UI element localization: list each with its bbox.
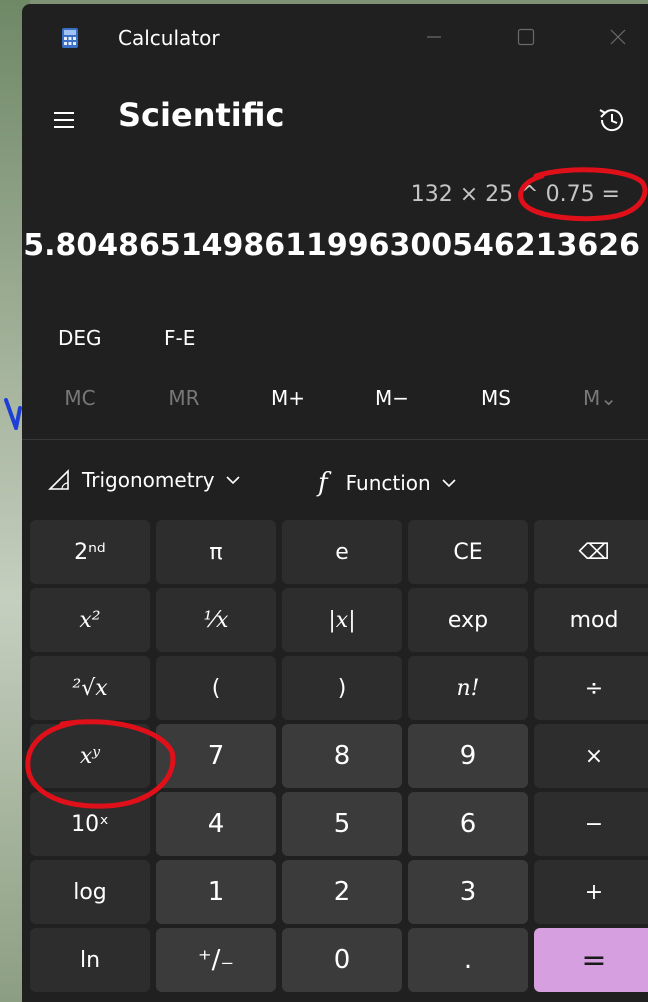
memory-add-button[interactable]: M+ xyxy=(248,386,328,410)
angle-mode-button[interactable]: DEG xyxy=(58,326,102,350)
fe-toggle-button[interactable]: F-E xyxy=(164,326,195,350)
key-label: ⁺∕₋ xyxy=(197,945,235,975)
equals-button[interactable]: = xyxy=(534,928,648,992)
digit-0-button[interactable]: 0 xyxy=(282,928,402,992)
key-label: ⅟x xyxy=(203,607,229,633)
key-label: exp xyxy=(447,607,489,633)
key-label: 0 xyxy=(333,945,351,975)
key-label: 5 xyxy=(333,809,351,839)
history-icon[interactable] xyxy=(596,104,628,136)
key-label: |x| xyxy=(328,607,356,633)
key-label: ln xyxy=(79,947,101,973)
key-label: 1 xyxy=(207,877,225,907)
annotation-circle-xy xyxy=(25,719,176,809)
memory-subtract-button[interactable]: M− xyxy=(352,386,432,410)
memory-clear-button[interactable]: MC xyxy=(40,386,120,410)
log-button[interactable]: log xyxy=(30,860,150,924)
annotation-circle-exponent xyxy=(518,167,648,222)
key-label: . xyxy=(463,945,473,975)
chevron-down-icon xyxy=(226,476,240,485)
digit-1-button[interactable]: 1 xyxy=(156,860,276,924)
e-button[interactable]: e xyxy=(282,520,402,584)
function-icon: f xyxy=(318,468,328,498)
key-label: 9 xyxy=(459,741,477,771)
exp-button[interactable]: exp xyxy=(408,588,528,652)
subtract-button[interactable]: − xyxy=(534,792,648,856)
key-label: 10ˣ xyxy=(71,811,109,837)
key-label: mod xyxy=(569,607,619,633)
negate-button[interactable]: ⁺∕₋ xyxy=(156,928,276,992)
square-root-button[interactable]: ²√x xyxy=(30,656,150,720)
key-label: 3 xyxy=(459,877,477,907)
key-label: 8 xyxy=(333,741,351,771)
function-label: Function xyxy=(345,471,431,495)
clear-entry-button[interactable]: CE xyxy=(408,520,528,584)
memory-list-button[interactable]: M⌄ xyxy=(560,386,640,410)
factorial-button[interactable]: n! xyxy=(408,656,528,720)
maximize-button[interactable] xyxy=(506,22,546,52)
close-icon xyxy=(610,29,626,45)
memory-recall-button[interactable]: MR xyxy=(144,386,224,410)
key-label: ( xyxy=(211,675,221,701)
digit-3-button[interactable]: 3 xyxy=(408,860,528,924)
divide-button[interactable]: ÷ xyxy=(534,656,648,720)
key-label: − xyxy=(584,811,604,837)
ln-button[interactable]: ln xyxy=(30,928,150,992)
digit-8-button[interactable]: 8 xyxy=(282,724,402,788)
second-button[interactable]: 2ⁿᵈ xyxy=(30,520,150,584)
triangle-icon xyxy=(48,469,69,490)
function-dropdown[interactable]: f Function xyxy=(318,468,457,498)
key-label: × xyxy=(584,743,604,769)
key-label: ²√x xyxy=(72,675,108,701)
key-label: n! xyxy=(456,675,480,701)
trigonometry-dropdown[interactable]: Trigonometry xyxy=(48,468,241,492)
key-label: π xyxy=(209,539,223,565)
open-paren-button[interactable]: ( xyxy=(156,656,276,720)
title-bar[interactable]: Calculator xyxy=(22,4,648,66)
mod-button[interactable]: mod xyxy=(534,588,648,652)
key-label: ⌫ xyxy=(578,539,610,565)
key-label: + xyxy=(584,879,604,905)
result-display: 1,475.8048651498611996300546213626 xyxy=(22,228,640,263)
key-label: 2ⁿᵈ xyxy=(74,539,106,565)
key-label: ) xyxy=(337,675,347,701)
key-label: e xyxy=(335,539,349,565)
key-label: 2 xyxy=(333,877,351,907)
pi-button[interactable]: π xyxy=(156,520,276,584)
digit-2-button[interactable]: 2 xyxy=(282,860,402,924)
window-title: Calculator xyxy=(118,26,220,50)
trigonometry-label: Trigonometry xyxy=(82,468,215,492)
close-button[interactable] xyxy=(598,22,638,52)
key-label: log xyxy=(73,879,107,905)
key-label: 4 xyxy=(207,809,225,839)
digit-6-button[interactable]: 6 xyxy=(408,792,528,856)
minimize-icon xyxy=(427,36,441,38)
key-label: 7 xyxy=(207,741,225,771)
key-label: 6 xyxy=(459,809,477,839)
square-button[interactable]: x² xyxy=(30,588,150,652)
key-label: = xyxy=(581,942,607,978)
divider xyxy=(22,439,648,440)
calculator-app-icon xyxy=(62,28,78,48)
add-button[interactable]: + xyxy=(534,860,648,924)
minimize-button[interactable] xyxy=(414,22,454,52)
calculator-window: Calculator Scientific 132 × 25 ^ 0.75 = … xyxy=(22,4,648,1002)
key-label: CE xyxy=(453,539,483,565)
key-label: ÷ xyxy=(584,675,604,701)
digit-5-button[interactable]: 5 xyxy=(282,792,402,856)
hamburger-menu-icon[interactable] xyxy=(52,108,76,132)
close-paren-button[interactable]: ) xyxy=(282,656,402,720)
memory-store-button[interactable]: MS xyxy=(456,386,536,410)
digit-9-button[interactable]: 9 xyxy=(408,724,528,788)
reciprocal-button[interactable]: ⅟x xyxy=(156,588,276,652)
backspace-button[interactable]: ⌫ xyxy=(534,520,648,584)
maximize-icon xyxy=(517,28,535,46)
annotation-stray-mark xyxy=(4,398,22,430)
multiply-button[interactable]: × xyxy=(534,724,648,788)
page-title: Scientific xyxy=(118,96,285,134)
chevron-down-icon xyxy=(442,479,456,488)
decimal-button[interactable]: . xyxy=(408,928,528,992)
key-label: x² xyxy=(79,607,101,633)
absolute-button[interactable]: |x| xyxy=(282,588,402,652)
